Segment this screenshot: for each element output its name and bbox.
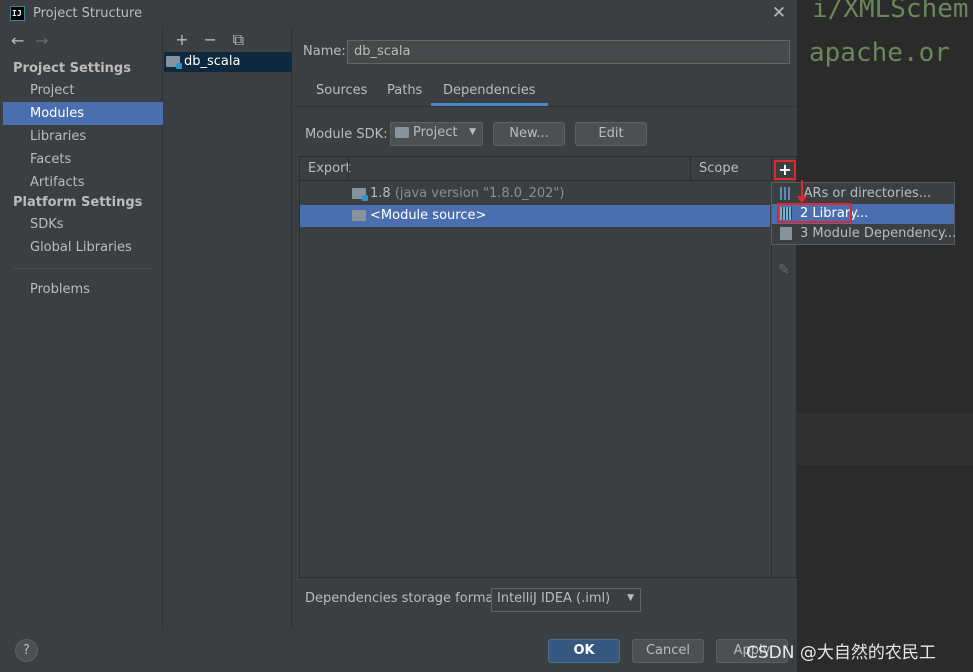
back-arrow-icon[interactable]: ← (11, 31, 31, 50)
module-source-folder-icon (352, 210, 366, 221)
sidebar-divider (13, 268, 153, 269)
sidebar-item-sdks[interactable]: SDKs (3, 213, 163, 236)
section-project-settings: Project Settings (13, 61, 131, 76)
popup-item-module-dependency[interactable]: 3 Module Dependency... (772, 224, 957, 244)
storage-format-dropdown[interactable]: IntelliJ IDEA (.iml) ▼ (491, 588, 641, 612)
storage-format-value: IntelliJ IDEA (.iml) (497, 591, 611, 606)
background-editor: i/XMLSchem apache.or (797, 0, 973, 672)
tabs-divider (293, 106, 797, 107)
edit-sdk-button[interactable]: Edit (575, 122, 647, 146)
module-item-db-scala[interactable]: db_scala (164, 52, 292, 72)
sidebar-item-artifacts[interactable]: Artifacts (3, 171, 163, 194)
new-sdk-button[interactable]: New... (493, 122, 565, 146)
add-module-icon[interactable]: + (170, 30, 194, 49)
pencil-icon[interactable]: ✎ (778, 262, 790, 278)
tab-sources[interactable]: Sources (316, 80, 367, 106)
module-folder-icon (166, 56, 182, 69)
dependency-name: 1.8 (370, 186, 391, 201)
forward-arrow-icon[interactable]: → (35, 31, 55, 50)
storage-format-label: Dependencies storage format: (305, 591, 503, 606)
chevron-down-icon: ▼ (627, 593, 634, 603)
annotation-arrow-icon (797, 180, 807, 203)
sdk-folder-icon (395, 127, 409, 138)
window-title: Project Structure (33, 6, 143, 21)
module-sdk-value: Project (413, 125, 458, 140)
sidebar-item-modules[interactable]: Modules (3, 102, 163, 125)
highlight-annotation-box (777, 203, 852, 223)
table-row[interactable]: <Module source> (300, 205, 770, 227)
dialog-button-bar: ? OK Cancel Apply (0, 628, 797, 672)
background-band (797, 413, 973, 465)
name-label: Name: (303, 44, 346, 59)
popup-item-label: Module Dependency... (812, 226, 957, 241)
settings-sidebar: ← → Project Settings Project Modules Lib… (3, 28, 163, 628)
section-platform-settings: Platform Settings (13, 195, 143, 210)
chevron-down-icon: ▼ (469, 127, 476, 137)
column-divider (348, 157, 349, 181)
column-divider (690, 157, 691, 181)
module-item-label: db_scala (184, 54, 241, 69)
table-row[interactable]: 1.8 (java version "1.8.0_202") (300, 183, 770, 205)
sidebar-item-facets[interactable]: Facets (3, 148, 163, 171)
close-icon[interactable]: ✕ (770, 3, 788, 23)
column-scope[interactable]: Scope (699, 161, 739, 176)
sidebar-item-problems[interactable]: Problems (3, 278, 163, 301)
jar-icon (780, 187, 792, 200)
ok-button[interactable]: OK (548, 639, 620, 663)
help-button[interactable]: ? (15, 639, 38, 662)
tab-paths[interactable]: Paths (387, 80, 422, 106)
popup-item-index: 3 (800, 226, 809, 241)
project-structure-dialog: IJ Project Structure ✕ ← → Project Setti… (0, 0, 797, 672)
jdk-folder-icon (352, 188, 368, 201)
popup-item-label: JARs or directories... (800, 186, 932, 201)
watermark: CSDN @大自然的农民工 (746, 643, 936, 663)
background-code-line: apache.or (809, 38, 950, 68)
dependency-detail: (java version "1.8.0_202") (394, 186, 565, 201)
module-list-panel: + − ⧉ db_scala (164, 28, 292, 628)
copy-module-icon[interactable]: ⧉ (226, 30, 250, 50)
module-name-input[interactable]: db_scala (347, 40, 790, 64)
sidebar-item-global-libraries[interactable]: Global Libraries (3, 236, 163, 259)
nav-arrows: ← → (11, 31, 55, 53)
dependency-name: <Module source> (370, 208, 487, 223)
intellij-app-icon: IJ (10, 6, 25, 21)
sidebar-item-project[interactable]: Project (3, 79, 163, 102)
add-dependency-button[interactable]: + (774, 160, 796, 180)
background-code-line: i/XMLSchem (812, 0, 969, 24)
module-icon (780, 227, 792, 240)
cancel-button[interactable]: Cancel (632, 639, 704, 663)
module-sdk-dropdown[interactable]: Project ▼ (390, 122, 483, 146)
remove-module-icon[interactable]: − (198, 30, 222, 49)
column-export[interactable]: Export (308, 161, 351, 176)
title-bar: IJ Project Structure ✕ (0, 0, 797, 28)
table-header: Export Scope (300, 157, 770, 181)
module-settings-panel: Name: db_scala Sources Paths Dependencie… (293, 28, 797, 628)
module-toolbar: + − ⧉ (170, 30, 250, 52)
tab-dependencies[interactable]: Dependencies (431, 80, 548, 106)
module-sdk-label: Module SDK: (305, 127, 388, 142)
dependencies-table: Export Scope 1.8 (java version "1.8.0_20… (299, 156, 797, 578)
sidebar-item-libraries[interactable]: Libraries (3, 125, 163, 148)
